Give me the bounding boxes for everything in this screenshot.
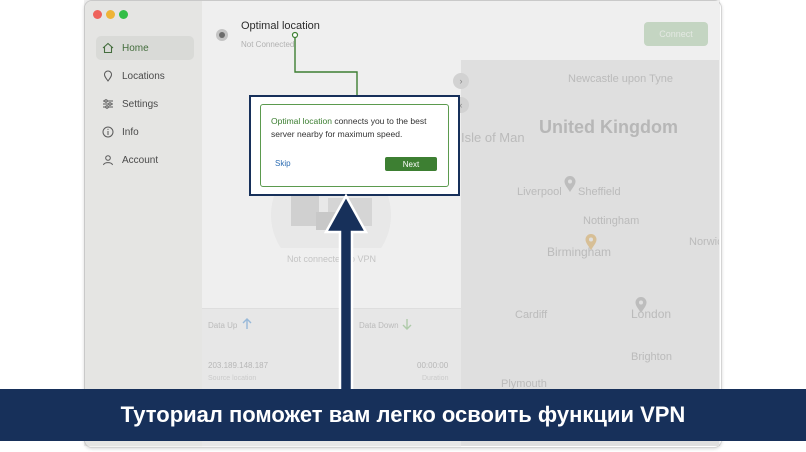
caption-banner: Туториал поможет вам легко освоить функц… — [0, 389, 806, 441]
annotation-arrow-icon — [323, 193, 369, 402]
